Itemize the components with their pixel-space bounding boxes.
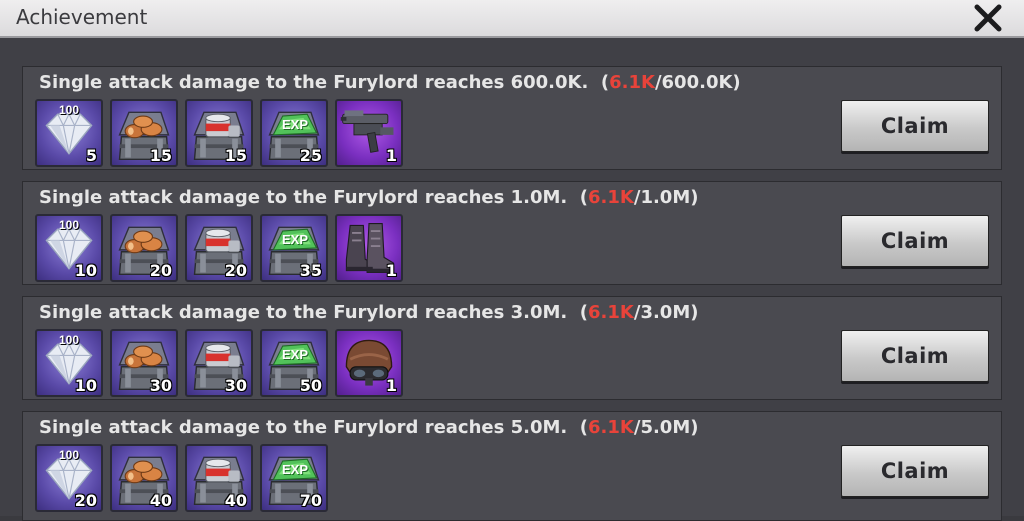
- reward-item[interactable]: EXP 35: [260, 214, 328, 282]
- achievement-list: Single attack damage to the Furylord rea…: [0, 38, 1024, 521]
- reward-label: 100: [58, 448, 80, 462]
- reward-quantity: 35: [299, 261, 322, 280]
- reward-label: 100: [58, 103, 80, 117]
- reward-item[interactable]: EXP 70: [260, 444, 328, 512]
- reward-item[interactable]: 1: [335, 214, 403, 282]
- progress-current: 6.1K: [588, 302, 634, 323]
- achievement-text: Single attack damage to the Furylord rea…: [39, 72, 741, 93]
- reward-item[interactable]: 1: [335, 329, 403, 397]
- reward-quantity: 40: [224, 491, 247, 510]
- reward-quantity: 25: [299, 146, 322, 165]
- progress-target: /1.0M): [633, 187, 699, 208]
- reward-quantity: 10: [74, 376, 97, 395]
- reward-item[interactable]: 100 10: [35, 329, 103, 397]
- exp-label: EXP: [282, 347, 309, 362]
- claim-button[interactable]: Claim: [841, 330, 989, 382]
- reward-label: 100: [58, 218, 80, 232]
- reward-quantity: 15: [224, 146, 247, 165]
- close-icon: [974, 4, 1002, 32]
- reward-item[interactable]: 30: [185, 329, 253, 397]
- reward-quantity: 70: [299, 491, 322, 510]
- progress-target: /5.0M): [633, 417, 699, 438]
- achievement-row: Single attack damage to the Furylord rea…: [22, 411, 1002, 521]
- achievement-text: Single attack damage to the Furylord rea…: [39, 187, 699, 208]
- reward-quantity: 15: [149, 146, 172, 165]
- achievement-text: Single attack damage to the Furylord rea…: [39, 302, 699, 323]
- reward-quantity: 20: [149, 261, 172, 280]
- reward-item[interactable]: 20: [185, 214, 253, 282]
- reward-item[interactable]: 100 10: [35, 214, 103, 282]
- reward-item[interactable]: 40: [185, 444, 253, 512]
- exp-label: EXP: [282, 117, 309, 132]
- reward-item[interactable]: EXP 50: [260, 329, 328, 397]
- progress-current: 6.1K: [588, 417, 634, 438]
- title-bar: Achievement: [0, 0, 1024, 38]
- progress-target: /600.0K): [654, 72, 741, 93]
- progress-target: /3.0M): [633, 302, 699, 323]
- achievement-row: Single attack damage to the Furylord rea…: [22, 66, 1002, 170]
- window-title: Achievement: [16, 5, 148, 29]
- reward-quantity: 50: [299, 376, 322, 395]
- reward-item[interactable]: 30: [110, 329, 178, 397]
- reward-item[interactable]: EXP 25: [260, 99, 328, 167]
- close-button[interactable]: [972, 2, 1004, 34]
- reward-quantity: 30: [224, 376, 247, 395]
- achievement-row: Single attack damage to the Furylord rea…: [22, 296, 1002, 400]
- reward-item[interactable]: 40: [110, 444, 178, 512]
- exp-label: EXP: [282, 462, 309, 477]
- reward-item[interactable]: 1: [335, 99, 403, 167]
- reward-label: 100: [58, 333, 80, 347]
- reward-item[interactable]: 15: [185, 99, 253, 167]
- reward-quantity: 1: [385, 261, 397, 280]
- claim-button[interactable]: Claim: [841, 100, 989, 152]
- reward-item[interactable]: 15: [110, 99, 178, 167]
- reward-quantity: 1: [385, 146, 397, 165]
- exp-label: EXP: [282, 232, 309, 247]
- claim-button[interactable]: Claim: [841, 215, 989, 267]
- reward-item[interactable]: 100 5: [35, 99, 103, 167]
- reward-quantity: 5: [85, 146, 97, 165]
- achievement-row: Single attack damage to the Furylord rea…: [22, 181, 1002, 285]
- claim-button[interactable]: Claim: [841, 445, 989, 497]
- achievement-text: Single attack damage to the Furylord rea…: [39, 417, 699, 438]
- reward-item[interactable]: 100 20: [35, 444, 103, 512]
- reward-quantity: 30: [149, 376, 172, 395]
- reward-quantity: 20: [74, 491, 97, 510]
- reward-item[interactable]: 20: [110, 214, 178, 282]
- progress-current: 6.1K: [609, 72, 655, 93]
- reward-quantity: 20: [224, 261, 247, 280]
- progress-current: 6.1K: [588, 187, 634, 208]
- reward-quantity: 10: [74, 261, 97, 280]
- reward-quantity: 40: [149, 491, 172, 510]
- reward-quantity: 1: [385, 376, 397, 395]
